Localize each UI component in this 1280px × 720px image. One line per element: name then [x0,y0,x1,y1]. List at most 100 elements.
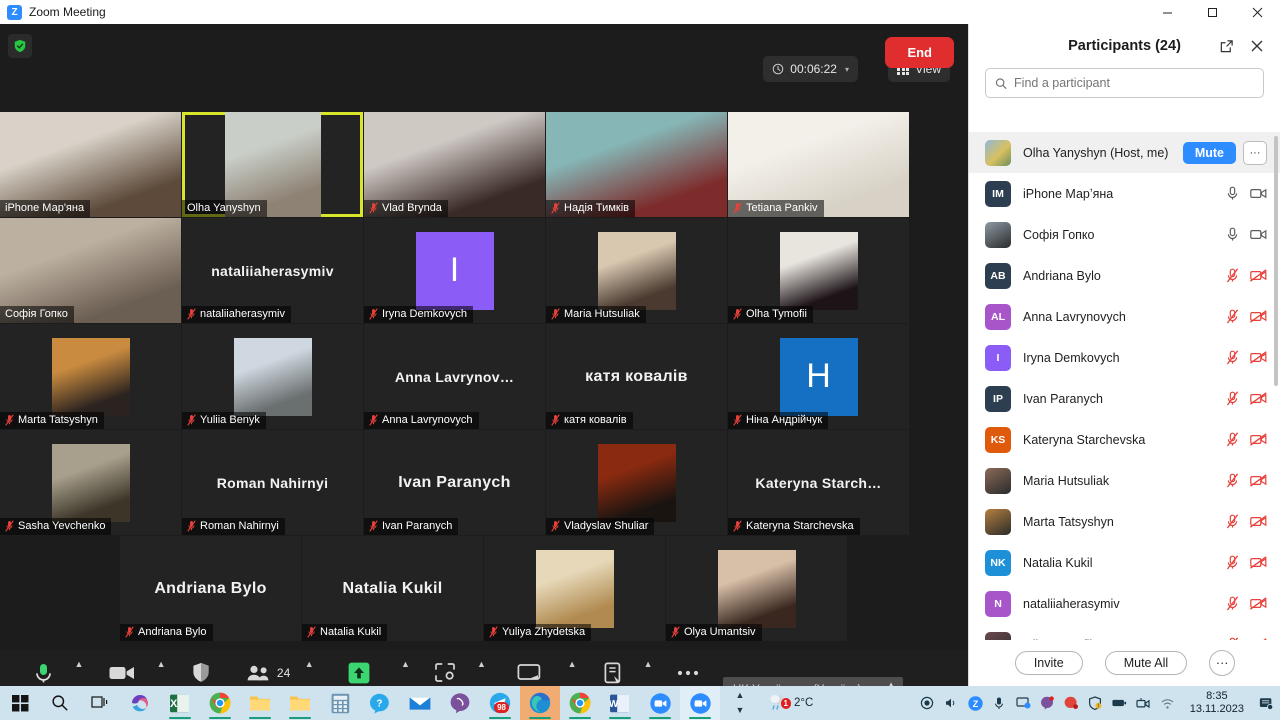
participant-row[interactable]: KSKateryna Starchevska [969,419,1280,460]
mute-all-button[interactable]: Mute All [1105,651,1187,675]
chevron-up-icon[interactable]: ▲ [72,654,86,674]
video-tile[interactable]: Olya Umantsiv [666,536,847,641]
task-view-icon[interactable] [80,686,120,720]
end-meeting-button[interactable]: End [885,37,954,68]
viber-tray-icon[interactable] [1040,696,1055,711]
taskbar-folder-icon[interactable] [240,686,280,720]
video-tile[interactable]: Vlad Brynda [364,112,545,217]
muted-mic-icon[interactable] [1226,268,1239,283]
search-input[interactable] [1014,76,1254,90]
video-tile[interactable]: Anna Lavrynov…Anna Lavrynovych [364,324,545,429]
windows-start-icon[interactable] [0,686,40,720]
participant-more-button[interactable]: ··· [1243,141,1267,165]
video-tile[interactable]: Надія Тимків [546,112,727,217]
muted-mic-icon[interactable] [1226,309,1239,324]
mute-self-button[interactable]: Mute [1183,142,1236,164]
record-icon[interactable] [920,696,935,711]
participant-row[interactable]: Maria Hutsuliak [969,460,1280,501]
video-off-icon[interactable] [1250,351,1267,364]
taskbar-help-icon[interactable]: ? [360,686,400,720]
participant-row[interactable]: IPIvan Paranych [969,378,1280,419]
video-tile[interactable]: катя ковалівкатя ковалів [546,324,727,429]
taskbar-mail-icon[interactable] [400,686,440,720]
video-tile[interactable]: Olha Yanyshyn [182,112,363,217]
invite-button[interactable]: Invite [1015,651,1083,675]
video-off-icon[interactable] [1250,269,1267,282]
participant-row-self[interactable]: Olha Yanyshyn (Host, me)Mute··· [969,132,1280,173]
minimize-button[interactable] [1145,0,1190,24]
taskbar-chrome-icon[interactable] [560,686,600,720]
muted-mic-icon[interactable] [1226,350,1239,365]
mic-icon[interactable] [1226,227,1239,242]
muted-mic-icon[interactable] [1226,514,1239,529]
video-off-icon[interactable] [1250,310,1267,323]
taskbar-edge-icon[interactable] [520,686,560,720]
video-off-icon[interactable] [1250,474,1267,487]
video-tile[interactable]: Roman NahirnyiRoman Nahirnyi [182,430,363,535]
chevron-up-icon[interactable]: ▲ [398,654,412,674]
video-off-icon[interactable] [1250,392,1267,405]
shield-check-icon[interactable] [8,34,32,58]
video-tile[interactable]: iPhone Мар'яна [0,112,181,217]
chevron-up-icon[interactable]: ▲ [302,654,316,674]
video-icon[interactable] [1250,187,1267,200]
video-tile[interactable]: Andriana ByloAndriana Bylo [120,536,301,641]
video-tile[interactable]: Tetiana Pankiv [728,112,909,217]
video-tile[interactable]: Ivan ParanychIvan Paranych [364,430,545,535]
video-tile[interactable]: ННіна Андрійчук [728,324,909,429]
weather-widget[interactable]: 1 2°C [760,686,834,720]
video-tile[interactable]: IIryna Demkovych [364,218,545,323]
chevron-up-icon[interactable]: ▲ [154,654,168,674]
video-tile[interactable]: Natalia KukilNatalia Kukil [302,536,483,641]
taskbar-chrome-icon[interactable] [200,686,240,720]
taskbar-folder-icon[interactable] [280,686,320,720]
close-button[interactable] [1235,0,1280,24]
battery-icon[interactable] [1112,696,1127,711]
participant-row[interactable]: IIryna Demkovych [969,337,1280,378]
defender-icon[interactable]: ! [1088,696,1103,711]
panel-more-button[interactable]: ··· [1209,650,1235,676]
video-tile[interactable]: Софія Гопко [0,218,181,323]
video-tile[interactable]: Marta Tatsyshyn [0,324,181,429]
video-tile[interactable]: Olha Tymofii [728,218,909,323]
participant-row[interactable]: ABAndriana Bylo [969,255,1280,296]
search-box[interactable] [985,68,1264,98]
mic-icon[interactable] [992,696,1007,711]
participant-row[interactable]: Софія Гопко [969,214,1280,255]
muted-mic-icon[interactable] [1226,391,1239,406]
video-icon[interactable] [1250,228,1267,241]
panel-scrollbar[interactable] [1274,136,1278,386]
muted-mic-icon[interactable] [1226,596,1239,611]
chevron-up-icon[interactable]: ▲ [474,654,488,674]
video-off-icon[interactable] [1250,433,1267,446]
video-tile[interactable]: Kateryna Starch…Kateryna Starchevska [728,430,909,535]
participant-row[interactable]: Nnataliiaherasymiv [969,583,1280,624]
video-tile[interactable]: Sasha Yevchenko [0,430,181,535]
popout-icon[interactable] [1219,39,1234,54]
video-tile[interactable]: nataliiaherasymivnataliiaherasymiv [182,218,363,323]
camera-icon[interactable] [1136,696,1151,711]
participant-row[interactable]: IMiPhone Марʼяна [969,173,1280,214]
participant-row[interactable]: Marta Tatsyshyn [969,501,1280,542]
video-off-icon[interactable] [1250,597,1267,610]
taskbar-word-icon[interactable]: W [600,686,640,720]
chevron-up-icon[interactable]: ▲ [641,654,655,674]
taskbar-zoom-icon[interactable] [640,686,680,720]
participant-row[interactable]: NKNatalia Kukil [969,542,1280,583]
mic-icon[interactable] [1226,186,1239,201]
taskbar-scroll-arrows[interactable]: ▲▼ [720,686,760,720]
wifi-icon[interactable] [1160,696,1175,711]
chevron-up-icon[interactable]: ▲ [565,654,579,674]
close-icon[interactable] [1250,39,1264,53]
video-tile[interactable]: Yuliya Zhydetska [484,536,665,641]
video-off-icon[interactable] [1250,515,1267,528]
muted-mic-icon[interactable] [1226,555,1239,570]
meeting-timer[interactable]: 00:06:22 ▾ [763,56,858,82]
taskbar-microsoft-365-icon[interactable] [120,686,160,720]
muted-mic-icon[interactable] [1226,432,1239,447]
taskbar-zoom-icon[interactable] [680,686,720,720]
zoom-tray-icon[interactable]: Z [968,696,983,711]
participant-row[interactable]: ALAnna Lavrynovych [969,296,1280,337]
video-tile[interactable]: Vladyslav Shuliar [546,430,727,535]
volume-icon[interactable] [944,696,959,711]
